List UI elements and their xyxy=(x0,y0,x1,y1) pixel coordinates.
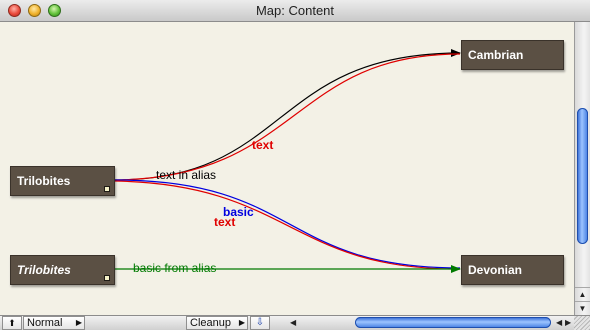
note-trilobites-label: Trilobites xyxy=(17,174,71,188)
scroll-left-button-2[interactable]: ◀ xyxy=(556,316,562,330)
pushpin-icon[interactable]: ⇩ xyxy=(250,316,270,330)
view-mode-value: Normal xyxy=(27,317,63,329)
window-title: Map: Content xyxy=(255,3,335,18)
link-text-lower[interactable] xyxy=(114,180,461,270)
resize-grip-icon[interactable] xyxy=(574,316,590,330)
link-basic[interactable] xyxy=(114,179,461,269)
map-canvas[interactable]: Cambrian Trilobites Trilobites Devonian … xyxy=(0,22,574,315)
link-label-text-in-alias[interactable]: text in alias xyxy=(156,168,216,182)
chevron-right-icon: ▶ xyxy=(238,318,245,327)
vertical-scroll-thumb[interactable] xyxy=(577,108,588,244)
note-cambrian[interactable]: Cambrian xyxy=(461,40,564,70)
note-cambrian-label: Cambrian xyxy=(468,48,524,62)
vertical-scrollbar[interactable]: ▲ ▼ xyxy=(574,22,590,315)
resize-handle-icon[interactable] xyxy=(104,186,110,192)
chevron-right-icon: ▶ xyxy=(75,318,82,327)
link-text-upper[interactable] xyxy=(114,53,461,181)
link-label-text-lower[interactable]: text xyxy=(214,215,235,229)
note-trilobites-alias[interactable]: Trilobites xyxy=(10,255,115,285)
status-bar: ⬆ Normal ▶ Cleanup ▶ ⇩ ◀ ◀ ▶ xyxy=(0,315,590,330)
scroll-up-button[interactable]: ▲ xyxy=(575,287,590,302)
map-window: Map: Content Cambrian Trilobites Trilobi… xyxy=(0,0,590,330)
note-trilobites-alias-label: Trilobites xyxy=(17,263,71,277)
title-bar[interactable]: Map: Content xyxy=(0,0,590,22)
resize-handle-icon[interactable] xyxy=(104,275,110,281)
note-devonian[interactable]: Devonian xyxy=(461,255,564,285)
view-mode-select[interactable]: Normal ▶ xyxy=(23,316,85,330)
scroll-right-button[interactable]: ▶ xyxy=(565,316,571,330)
horizontal-scroll-thumb[interactable] xyxy=(355,317,551,328)
up-arrow-icon[interactable]: ⬆ xyxy=(2,316,22,330)
scroll-left-button[interactable]: ◀ xyxy=(290,316,296,330)
note-trilobites[interactable]: Trilobites xyxy=(10,166,115,196)
scroll-down-button[interactable]: ▼ xyxy=(575,301,590,316)
cleanup-menu[interactable]: Cleanup ▶ xyxy=(186,316,248,330)
note-devonian-label: Devonian xyxy=(468,263,523,277)
link-text-in-alias[interactable] xyxy=(114,49,461,181)
cleanup-label: Cleanup xyxy=(190,317,231,329)
link-label-text-upper[interactable]: text xyxy=(252,138,273,152)
link-label-basic-from-alias[interactable]: basic from alias xyxy=(133,261,216,275)
